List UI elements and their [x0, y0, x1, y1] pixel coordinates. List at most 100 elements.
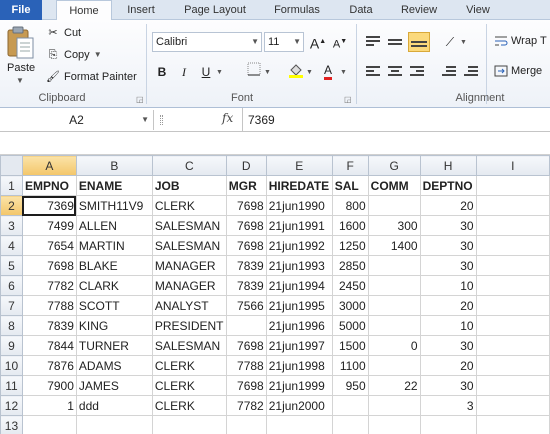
- cell[interactable]: 7788: [21, 295, 77, 316]
- decrease-indent-icon[interactable]: [440, 64, 458, 80]
- cell[interactable]: 0: [367, 335, 421, 356]
- cell[interactable]: [475, 335, 550, 356]
- cell[interactable]: [367, 395, 421, 416]
- row-header[interactable]: 12: [0, 395, 23, 416]
- cell[interactable]: 21jun1996: [265, 315, 333, 336]
- row-header[interactable]: 6: [0, 275, 23, 296]
- align-right-icon[interactable]: [408, 64, 426, 80]
- cell[interactable]: 2450: [331, 275, 369, 296]
- cell[interactable]: [475, 195, 550, 216]
- row-header[interactable]: 1: [0, 175, 23, 196]
- cell[interactable]: 7844: [21, 335, 77, 356]
- cell[interactable]: [265, 415, 333, 434]
- row-header[interactable]: 2: [0, 195, 23, 216]
- cell[interactable]: 21jun1997: [265, 335, 333, 356]
- cell[interactable]: [475, 315, 550, 336]
- cell[interactable]: 21jun1994: [265, 275, 333, 296]
- cell[interactable]: MANAGER: [151, 255, 227, 276]
- cell[interactable]: 950: [331, 375, 369, 396]
- cell[interactable]: [475, 255, 550, 276]
- cell[interactable]: JAMES: [75, 375, 153, 396]
- cell[interactable]: 800: [331, 195, 369, 216]
- row-header[interactable]: 10: [0, 355, 23, 376]
- cell[interactable]: 3000: [331, 295, 369, 316]
- cell[interactable]: 20: [419, 355, 477, 376]
- cell[interactable]: 21jun1990: [265, 195, 333, 216]
- cell[interactable]: 3: [419, 395, 477, 416]
- cell[interactable]: SALESMAN: [151, 215, 227, 236]
- cell[interactable]: 21jun1993: [265, 255, 333, 276]
- cell[interactable]: PRESIDENT: [151, 315, 227, 336]
- cell[interactable]: CLERK: [151, 355, 227, 376]
- cell[interactable]: SALESMAN: [151, 235, 227, 256]
- column-header-e[interactable]: E: [265, 155, 333, 176]
- cell[interactable]: CLARK: [75, 275, 153, 296]
- chevron-down-icon[interactable]: ▼: [264, 69, 271, 76]
- cell[interactable]: [475, 355, 550, 376]
- tab-home[interactable]: Home: [56, 0, 112, 21]
- resize-grip[interactable]: [160, 115, 163, 125]
- column-header-b[interactable]: B: [75, 155, 153, 176]
- chevron-down-icon[interactable]: ▼: [16, 76, 24, 85]
- increase-indent-icon[interactable]: [462, 64, 480, 80]
- cell[interactable]: 7654: [21, 235, 77, 256]
- cell[interactable]: 7782: [225, 395, 267, 416]
- cell[interactable]: ENAME: [75, 175, 153, 196]
- cell[interactable]: [21, 415, 77, 434]
- column-header-f[interactable]: F: [331, 155, 369, 176]
- align-top-icon[interactable]: [364, 34, 382, 50]
- borders-button[interactable]: [244, 62, 264, 82]
- cell[interactable]: 7566: [225, 295, 267, 316]
- dialog-launcher-icon[interactable]: ◲: [344, 95, 352, 104]
- font-color-button[interactable]: A: [318, 60, 338, 80]
- cell[interactable]: [367, 415, 421, 434]
- cell[interactable]: CLERK: [151, 375, 227, 396]
- underline-button[interactable]: U: [196, 62, 216, 82]
- column-header-d[interactable]: D: [225, 155, 267, 176]
- column-header-a[interactable]: A: [21, 155, 77, 176]
- paste-button[interactable]: Paste: [7, 62, 35, 74]
- cell[interactable]: 21jun1991: [265, 215, 333, 236]
- cell[interactable]: 1100: [331, 355, 369, 376]
- row-header[interactable]: 7: [0, 295, 23, 316]
- cell[interactable]: 7499: [21, 215, 77, 236]
- bold-button[interactable]: B: [152, 62, 172, 82]
- cell[interactable]: 10: [419, 315, 477, 336]
- cell[interactable]: SMITH11V9: [75, 195, 153, 216]
- cell[interactable]: [225, 415, 267, 434]
- cell[interactable]: 30: [419, 255, 477, 276]
- cell[interactable]: TURNER: [75, 335, 153, 356]
- column-header-i[interactable]: I: [475, 155, 550, 176]
- cell[interactable]: ANALYST: [151, 295, 227, 316]
- cell[interactable]: MGR: [225, 175, 267, 196]
- cell[interactable]: 1600: [331, 215, 369, 236]
- row-header[interactable]: 4: [0, 235, 23, 256]
- name-box[interactable]: A2 ▼: [0, 110, 154, 130]
- cell[interactable]: ADAMS: [75, 355, 153, 376]
- format-painter-button[interactable]: 🖌 Format Painter: [46, 68, 137, 86]
- cell[interactable]: 7900: [21, 375, 77, 396]
- select-all-corner[interactable]: [0, 155, 23, 176]
- cell[interactable]: 21jun1995: [265, 295, 333, 316]
- cell[interactable]: SAL: [331, 175, 369, 196]
- align-center-icon[interactable]: [386, 64, 404, 80]
- cell[interactable]: 10: [419, 275, 477, 296]
- cell[interactable]: 21jun2000: [265, 395, 333, 416]
- cell[interactable]: 2850: [331, 255, 369, 276]
- cell[interactable]: [475, 415, 550, 434]
- cell[interactable]: 1: [21, 395, 77, 416]
- tab-data[interactable]: Data: [338, 0, 384, 20]
- cell[interactable]: [367, 195, 421, 216]
- cell[interactable]: 30: [419, 215, 477, 236]
- tab-page-layout[interactable]: Page Layout: [176, 0, 254, 20]
- row-header[interactable]: 13: [0, 415, 23, 434]
- cell[interactable]: 30: [419, 235, 477, 256]
- cell[interactable]: [331, 395, 369, 416]
- cell[interactable]: CLERK: [151, 395, 227, 416]
- grow-font-button[interactable]: A▲: [308, 32, 328, 52]
- cell[interactable]: 20: [419, 195, 477, 216]
- tab-review[interactable]: Review: [392, 0, 446, 20]
- cell[interactable]: [367, 355, 421, 376]
- dialog-launcher-icon[interactable]: ◲: [136, 95, 144, 104]
- orientation-icon[interactable]: ⟋: [440, 32, 460, 52]
